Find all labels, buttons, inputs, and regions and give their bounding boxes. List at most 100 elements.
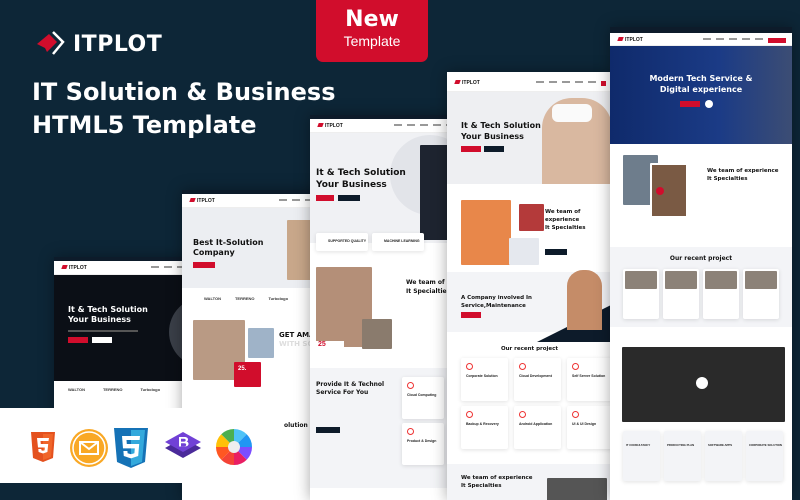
projects-heading: Our recent project xyxy=(500,346,559,352)
step-card: SOFTWARE APPS xyxy=(705,431,742,481)
mock-logo: ITPLOT xyxy=(62,265,87,271)
new-template-badge: New Template xyxy=(316,0,428,62)
color-wheel-icon xyxy=(216,429,252,465)
company-button[interactable] xyxy=(461,312,481,318)
logo-mark-icon xyxy=(37,31,65,55)
project-icon xyxy=(572,411,579,418)
hero-text xyxy=(68,330,138,332)
partner-logo: Turbologo xyxy=(268,296,289,301)
primary-button[interactable] xyxy=(316,195,334,201)
vr-image xyxy=(362,319,392,349)
vr-headset xyxy=(552,104,592,122)
feature-title: SUPPORTED QUALITY xyxy=(328,239,367,243)
service-line-2: Service For You xyxy=(316,389,369,396)
project-image xyxy=(625,271,657,289)
project-title: UI & UI Design xyxy=(572,422,597,426)
partner-logo: TERRENO xyxy=(234,296,255,301)
mockup-modern-tech: ITPLOT Modern Tech Service & Digital exp… xyxy=(610,27,792,500)
bootstrap-icon xyxy=(165,432,201,458)
project-card: Android Application xyxy=(514,406,561,449)
project-title: Self Server Solution xyxy=(572,374,606,378)
project-icon xyxy=(519,411,526,418)
html5-icon xyxy=(31,432,55,462)
title-line-1: IT Solution & Business xyxy=(32,78,336,106)
project-card xyxy=(623,269,659,319)
project-card xyxy=(743,269,779,319)
project-title: Android Application xyxy=(519,422,553,426)
partner-logo: TERRENO xyxy=(102,387,123,392)
projects-heading: Our recent project xyxy=(669,255,733,262)
company-line-2: Service,Maintenance xyxy=(461,303,526,309)
title-line-2: HTML5 Template xyxy=(32,111,257,139)
mail-icon xyxy=(70,429,108,467)
primary-button[interactable] xyxy=(68,337,88,343)
hero-heading: Modern Tech Service & Digital experience xyxy=(610,73,792,95)
tech-icons-card xyxy=(0,408,282,483)
play-button[interactable] xyxy=(696,377,708,389)
years-badge: 25 xyxy=(316,341,344,355)
bottom-line-1: We team of experience xyxy=(461,475,533,481)
hero-line-1: It & Tech Solution xyxy=(68,305,148,314)
nav-bar: ITPLOT xyxy=(610,33,792,46)
project-card xyxy=(663,269,699,319)
secondary-button[interactable] xyxy=(338,195,360,201)
step-card: CORPORATE SOLUTION xyxy=(746,431,783,481)
hero-line-1: It & Tech Solution xyxy=(461,121,541,130)
partner-logos: WALTON TERRENO Turbologo xyxy=(204,296,288,301)
bottom-heading: olution xyxy=(284,422,308,429)
secondary-button[interactable] xyxy=(92,337,112,343)
project-image xyxy=(705,271,737,289)
partner-logo: WALTON xyxy=(68,387,85,392)
services-button[interactable] xyxy=(316,427,340,433)
primary-button[interactable] xyxy=(193,262,215,268)
step-title: IT CONSULTANCY xyxy=(626,443,651,447)
feature-card: SUPPORTED QUALITY xyxy=(316,233,368,251)
badge-line-1: New xyxy=(345,7,399,32)
project-icon xyxy=(466,363,473,370)
play-icon[interactable] xyxy=(656,187,664,195)
mock-logo: ITPLOT xyxy=(190,198,215,204)
service-line-1: Provide It & Technol xyxy=(316,381,385,388)
primary-button[interactable] xyxy=(680,101,700,107)
service-heading: Provide It & Technol Service For You xyxy=(316,381,384,397)
project-title: Cloud Development xyxy=(519,374,552,378)
about-image-small xyxy=(519,204,544,231)
brand-name: ITPLOT xyxy=(73,31,163,57)
project-card: Self Server Solution xyxy=(567,358,612,401)
hero-line-2: Digital experience xyxy=(659,85,743,94)
bottom-line-2: It Specialties xyxy=(461,483,502,489)
company-line-1: A Company involved In xyxy=(461,295,532,301)
secondary-button[interactable] xyxy=(484,146,504,152)
project-card: Corporate Solution xyxy=(461,358,508,401)
hero-heading: It & Tech Solution Your Business xyxy=(316,167,406,191)
brand-logo: ITPLOT xyxy=(35,30,162,58)
service-card-title: Cloud Computing xyxy=(407,393,437,397)
play-icon[interactable] xyxy=(705,100,713,108)
about-line-2: It Specialties xyxy=(707,176,748,182)
hero-heading: Best It-Solution Company xyxy=(193,238,263,258)
hero-line-1: Modern Tech Service & xyxy=(649,74,753,83)
person-image xyxy=(248,328,274,358)
bottom-heading: We team of experience It Specialties xyxy=(461,474,533,490)
project-card: UI & UI Design xyxy=(567,406,612,449)
project-image xyxy=(665,271,697,289)
page-title: IT Solution & Business HTML5 Template xyxy=(32,76,335,142)
mockup-vr-hero: ITPLOT It & Tech Solution Your Business … xyxy=(447,72,612,500)
hero-heading: It & Tech Solution Your Business xyxy=(68,305,148,325)
step-card: PRODUCTING PLAN xyxy=(664,431,701,481)
hero-line-1: It & Tech Solution xyxy=(316,168,406,178)
about-line-1: We team of experience xyxy=(707,168,779,174)
hero-line-2: Your Business xyxy=(68,315,131,324)
nav-bar: ITPLOT xyxy=(310,119,460,133)
mock-logo: ITPLOT xyxy=(318,123,343,129)
project-icon xyxy=(466,411,473,418)
about-image xyxy=(461,200,511,265)
about-button[interactable] xyxy=(545,249,567,255)
project-title: Backup & Recovery xyxy=(466,422,499,426)
partner-logos: WALTON TERRENO Turbologo xyxy=(68,387,160,392)
mock-logo: ITPLOT xyxy=(618,37,643,43)
primary-button[interactable] xyxy=(461,146,481,152)
nav-bar: ITPLOT xyxy=(447,76,612,92)
service-card: Product & Design xyxy=(402,423,444,465)
project-card: Cloud Development xyxy=(514,358,561,401)
